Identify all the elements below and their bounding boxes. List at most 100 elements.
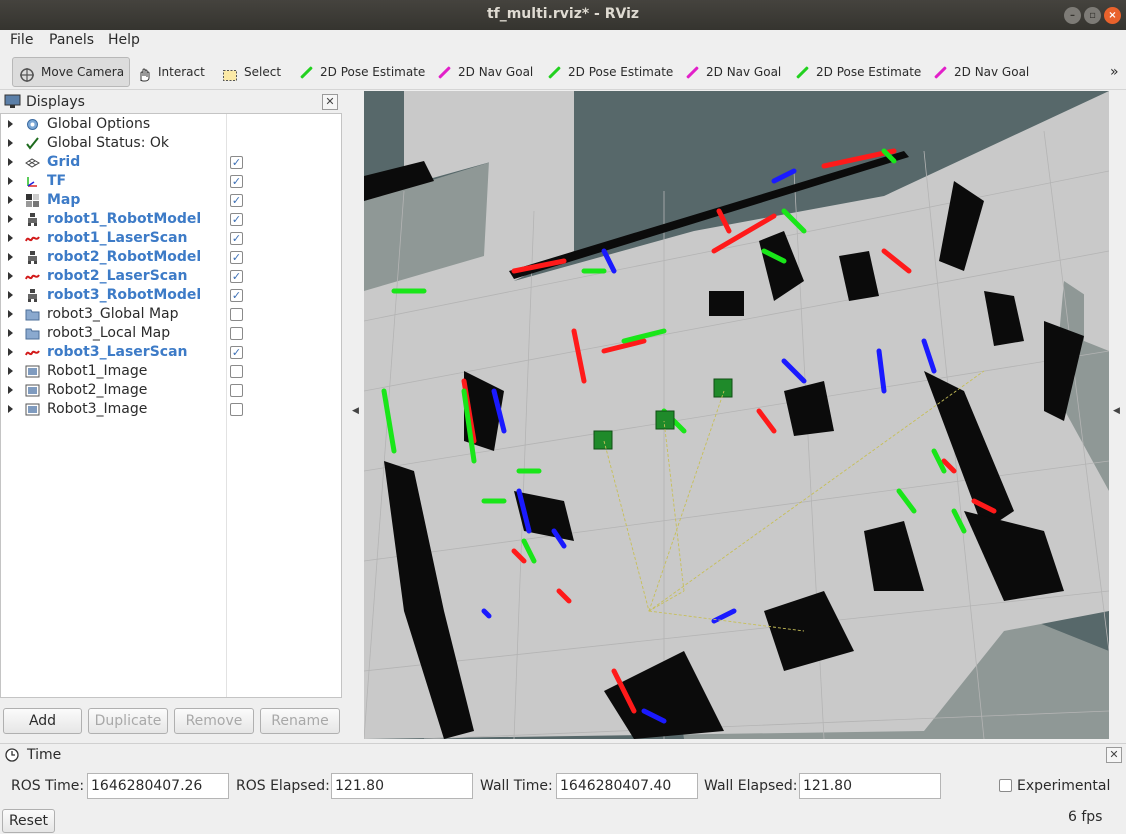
display-item-robot1-image[interactable]: Robot1_Image	[1, 362, 341, 381]
close-panel-button[interactable]: ✕	[322, 94, 338, 110]
display-item-label: robot3_Local Map	[47, 325, 171, 341]
display-item-label: TF	[47, 173, 67, 189]
display-enable-checkbox[interactable]	[230, 365, 243, 378]
expand-arrow-icon[interactable]	[8, 158, 13, 166]
image-icon	[25, 383, 40, 398]
display-item-label: Robot2_Image	[47, 382, 148, 398]
reset-button[interactable]: Reset	[2, 809, 55, 833]
magenta-arrow-icon	[436, 64, 452, 80]
close-time-panel-button[interactable]: ✕	[1106, 747, 1122, 763]
tool-move-camera[interactable]: Move Camera	[12, 57, 130, 87]
remove-button[interactable]: Remove	[174, 708, 254, 734]
display-item-robot2-robotmodel[interactable]: robot2_RobotModel ✓	[1, 248, 341, 267]
expand-arrow-icon[interactable]	[8, 215, 13, 223]
display-enable-checkbox[interactable]: ✓	[230, 156, 243, 169]
folder-icon	[25, 307, 40, 322]
wall-elapsed-field[interactable]: 121.80	[799, 773, 941, 799]
expand-arrow-icon[interactable]	[8, 291, 13, 299]
displays-header: Displays ✕	[0, 91, 344, 113]
robot-model-icon	[25, 288, 40, 303]
toolbar-overflow-button[interactable]: »	[1104, 57, 1125, 87]
tool-2d-pose-estimate-2[interactable]: 2D Pose Estimate	[540, 57, 679, 87]
display-item-grid[interactable]: Grid ✓	[1, 153, 341, 172]
add-button[interactable]: Add	[3, 708, 82, 734]
ros-time-field[interactable]: 1646280407.26	[87, 773, 229, 799]
tool-interact[interactable]: Interact	[130, 57, 211, 87]
tool-2d-nav-goal-3[interactable]: 2D Nav Goal	[926, 57, 1035, 87]
display-enable-checkbox[interactable]	[230, 403, 243, 416]
gear-icon	[25, 117, 40, 132]
menu-file[interactable]: File	[10, 32, 33, 48]
menu-panels[interactable]: Panels	[49, 32, 94, 48]
tool-2d-nav-goal-1[interactable]: 2D Nav Goal	[430, 57, 539, 87]
minimize-button[interactable]: –	[1064, 7, 1081, 24]
move-camera-icon	[19, 64, 35, 82]
display-enable-checkbox[interactable]: ✓	[230, 346, 243, 359]
display-item-label: Map	[47, 192, 81, 208]
robot-model-icon	[25, 250, 40, 265]
tool-select[interactable]: Select	[216, 57, 287, 87]
expand-arrow-icon[interactable]	[8, 329, 13, 337]
display-item-label: robot3_Global Map	[47, 306, 179, 322]
display-item-robot3-laserscan[interactable]: robot3_LaserScan ✓	[1, 343, 341, 362]
display-item-robot2-image[interactable]: Robot2_Image	[1, 381, 341, 400]
expand-arrow-icon[interactable]	[8, 120, 13, 128]
display-item-robot1-laserscan[interactable]: robot1_LaserScan ✓	[1, 229, 341, 248]
display-item-map[interactable]: Map ✓	[1, 191, 341, 210]
display-item-robot3-local-map[interactable]: robot3_Local Map	[1, 324, 341, 343]
tool-2d-pose-estimate-1[interactable]: 2D Pose Estimate	[292, 57, 431, 87]
display-item-robot1-robotmodel[interactable]: robot1_RobotModel ✓	[1, 210, 341, 229]
expand-arrow-icon[interactable]	[8, 386, 13, 394]
wall-elapsed-label: Wall Elapsed:	[704, 778, 798, 794]
expand-arrow-icon[interactable]	[8, 253, 13, 261]
expand-arrow-icon[interactable]	[8, 177, 13, 185]
display-item-robot3-robotmodel[interactable]: robot3_RobotModel ✓	[1, 286, 341, 305]
hand-icon	[136, 64, 152, 82]
duplicate-button[interactable]: Duplicate	[88, 708, 168, 734]
display-item-robot3-global-map[interactable]: robot3_Global Map	[1, 305, 341, 324]
display-enable-checkbox[interactable]	[230, 308, 243, 321]
expand-arrow-icon[interactable]	[8, 234, 13, 242]
ros-elapsed-field[interactable]: 121.80	[331, 773, 473, 799]
tool-2d-pose-estimate-3[interactable]: 2D Pose Estimate	[788, 57, 927, 87]
collapse-left-arrow[interactable]: ◀	[352, 406, 360, 418]
tool-2d-nav-goal-2[interactable]: 2D Nav Goal	[678, 57, 787, 87]
maximize-button[interactable]: ▫	[1084, 7, 1101, 24]
display-enable-checkbox[interactable]: ✓	[230, 270, 243, 283]
display-item-global-options[interactable]: Global Options	[1, 115, 341, 134]
experimental-checkbox[interactable]	[999, 779, 1012, 792]
display-enable-checkbox[interactable]: ✓	[230, 251, 243, 264]
collapse-right-arrow[interactable]: ◀	[1113, 406, 1121, 418]
display-item-global-status-ok[interactable]: Global Status: Ok	[1, 134, 341, 153]
display-enable-checkbox[interactable]: ✓	[230, 194, 243, 207]
expand-arrow-icon[interactable]	[8, 272, 13, 280]
display-item-label: Global Options	[47, 116, 151, 132]
expand-arrow-icon[interactable]	[8, 348, 13, 356]
tool-label: 2D Nav Goal	[706, 65, 782, 79]
expand-arrow-icon[interactable]	[8, 196, 13, 204]
wall-time-field[interactable]: 1646280407.40	[556, 773, 698, 799]
expand-arrow-icon[interactable]	[8, 405, 13, 413]
map-icon	[25, 193, 40, 208]
expand-arrow-icon[interactable]	[8, 367, 13, 375]
render-viewport[interactable]	[364, 91, 1109, 739]
display-item-tf[interactable]: TF ✓	[1, 172, 341, 191]
tool-label: 2D Nav Goal	[458, 65, 534, 79]
displays-title: Displays	[26, 94, 85, 110]
display-item-robot2-laserscan[interactable]: robot2_LaserScan ✓	[1, 267, 341, 286]
display-enable-checkbox[interactable]: ✓	[230, 175, 243, 188]
display-enable-checkbox[interactable]	[230, 384, 243, 397]
laser-scan-icon	[25, 269, 40, 284]
close-button[interactable]: ×	[1104, 7, 1121, 24]
rename-button[interactable]: Rename	[260, 708, 340, 734]
display-enable-checkbox[interactable]: ✓	[230, 213, 243, 226]
display-enable-checkbox[interactable]	[230, 327, 243, 340]
expand-arrow-icon[interactable]	[8, 310, 13, 318]
display-enable-checkbox[interactable]: ✓	[230, 289, 243, 302]
display-enable-checkbox[interactable]: ✓	[230, 232, 243, 245]
menu-help[interactable]: Help	[108, 32, 140, 48]
expand-arrow-icon[interactable]	[8, 139, 13, 147]
display-item-label: Robot3_Image	[47, 401, 148, 417]
display-item-robot3-image[interactable]: Robot3_Image	[1, 400, 341, 419]
display-item-label: robot3_LaserScan	[47, 344, 188, 360]
